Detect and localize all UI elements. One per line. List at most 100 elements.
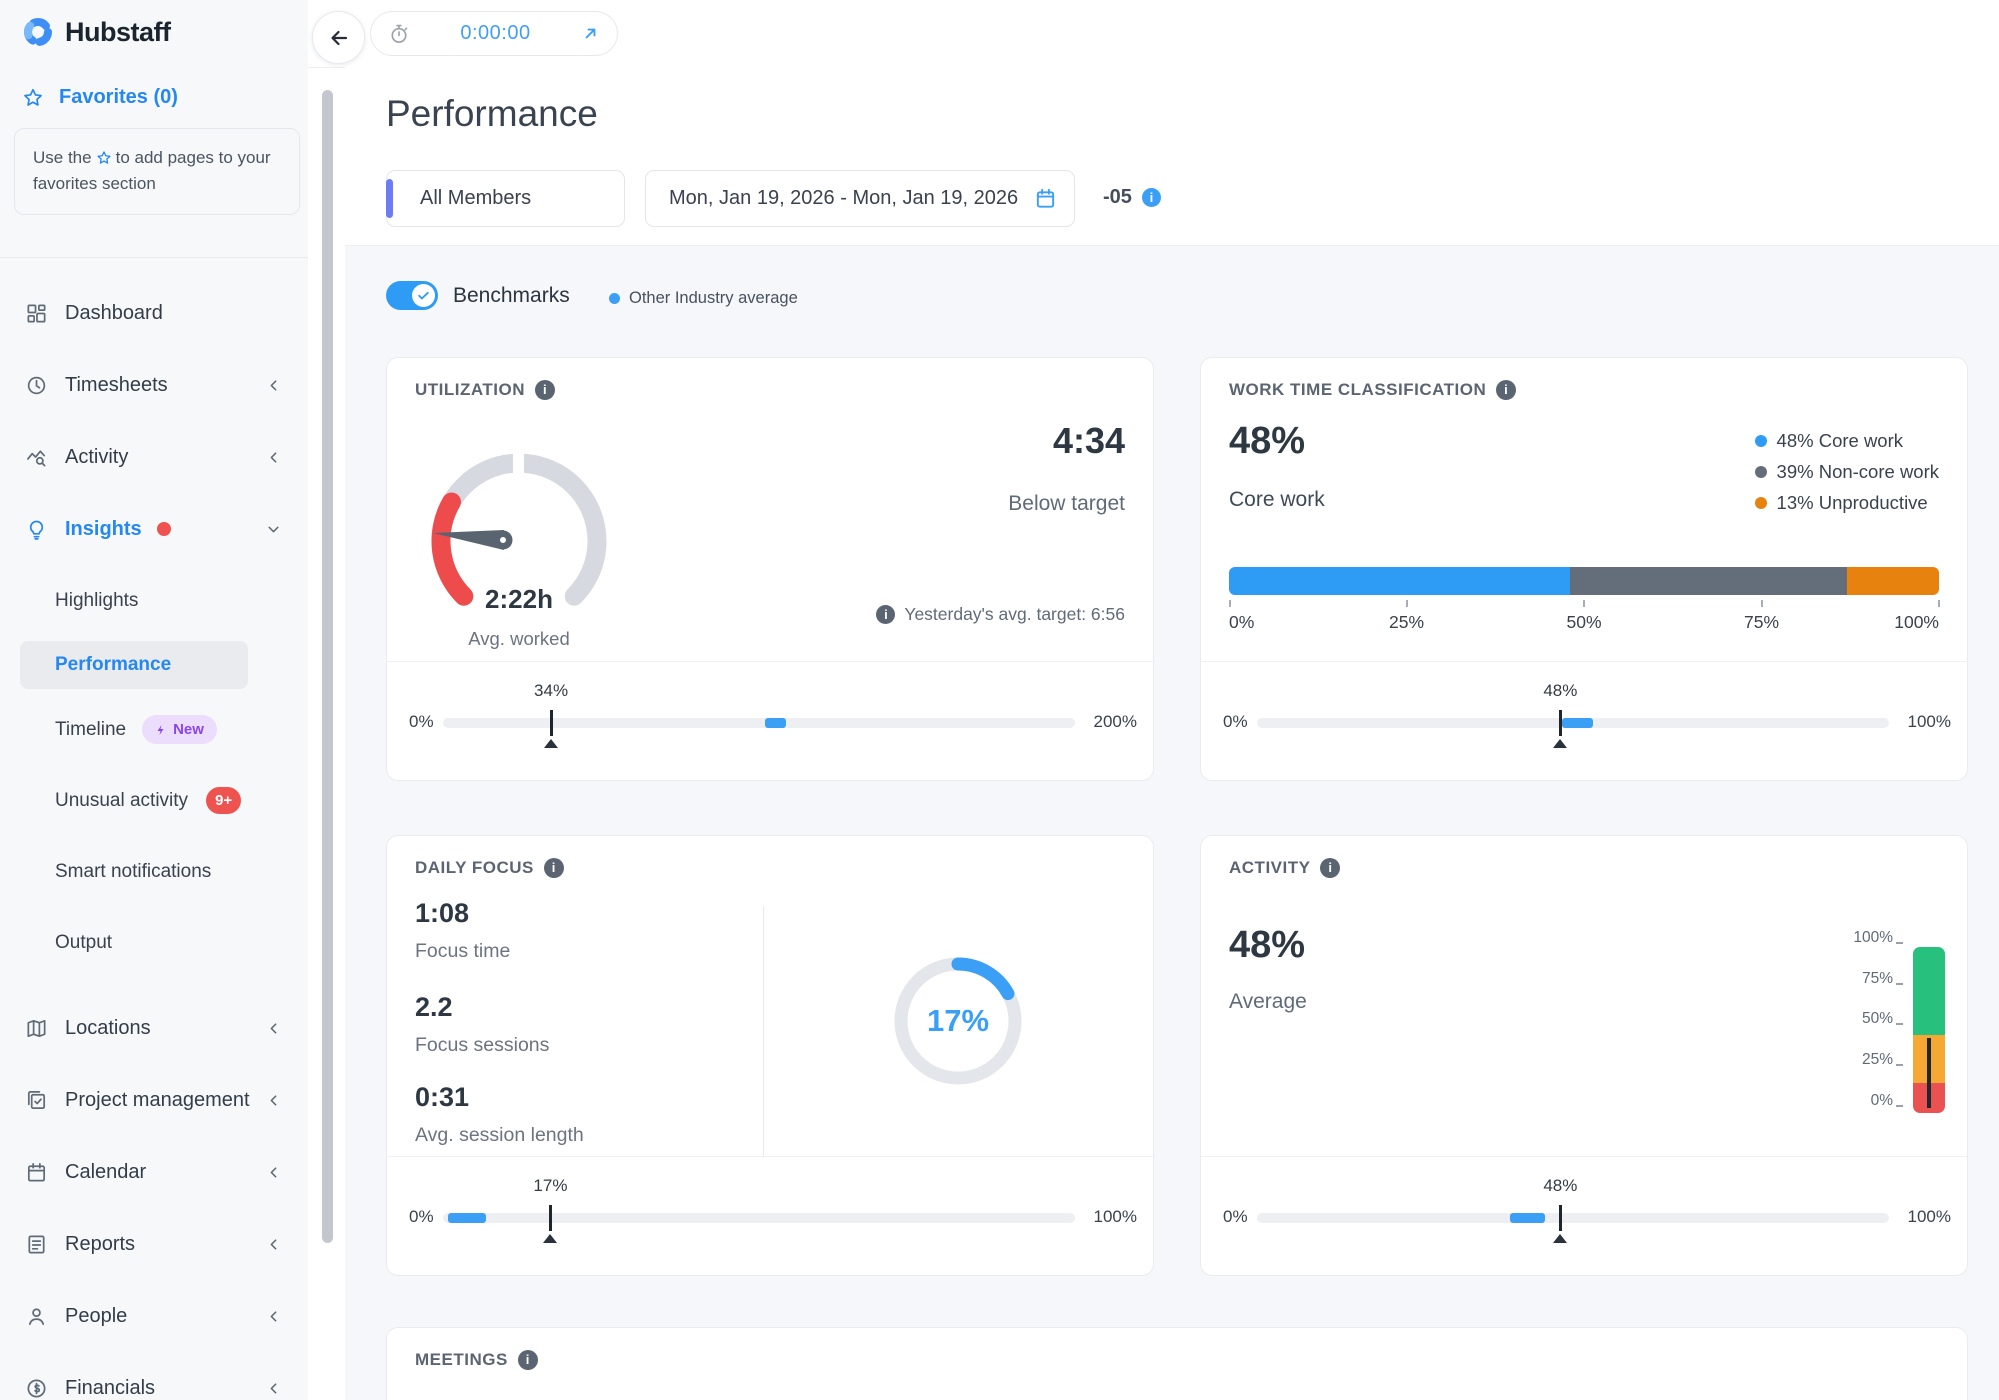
timezone-indicator: -05 (1103, 186, 1161, 209)
benchmarks-toggle[interactable] (386, 281, 438, 310)
slider-track: 48% (1257, 1213, 1889, 1223)
sidebar-item-dashboard[interactable]: Dashboard (0, 277, 308, 349)
sidebar-item-label: Unusual activity (55, 790, 188, 812)
sidebar-item-insights[interactable]: Insights (0, 493, 308, 565)
timezone-value: -05 (1103, 186, 1132, 209)
marker-triangle-icon (1553, 1234, 1567, 1243)
scale-label: 100% (1853, 929, 1903, 947)
legend-label: 39% Non-core work (1777, 461, 1939, 483)
legend-item: 39% Non-core work (1755, 461, 1939, 483)
slider-track: 17% (443, 1213, 1075, 1223)
scale-label: 0% (1871, 1092, 1903, 1110)
sidebar-item-project-management[interactable]: Project management (0, 1064, 308, 1136)
card-title: MEETINGS (415, 1350, 538, 1370)
chevron-left-icon (265, 1020, 282, 1037)
count-badge: 9+ (206, 787, 241, 814)
session-length-label: Avg. session length (415, 1124, 584, 1147)
arrow-up-right-icon[interactable] (581, 24, 600, 43)
sidebar-item-label: Highlights (55, 590, 138, 612)
sidebar-item-locations[interactable]: Locations (0, 992, 308, 1064)
slider-min-label: 0% (409, 1207, 434, 1227)
benchmarks-label: Benchmarks (453, 284, 570, 308)
sidebar-item-output[interactable]: Output (0, 907, 308, 978)
sidebar-item-performance[interactable]: Performance (20, 641, 248, 689)
marker-line (549, 1205, 552, 1231)
toggle-knob (412, 284, 435, 307)
card-title: ACTIVITY (1229, 858, 1340, 878)
scale-label: 75% (1862, 970, 1903, 988)
new-badge: New (142, 715, 217, 744)
axis-tick (1761, 600, 1763, 607)
sidebar-item-financials[interactable]: Financials (0, 1352, 308, 1400)
focus-time-label: Focus time (415, 940, 510, 963)
marker-line (1559, 1205, 1562, 1231)
sidebar-item-timesheets[interactable]: Timesheets (0, 349, 308, 421)
benchmark-indicator (448, 1213, 486, 1223)
sidebar-scrollbar[interactable] (322, 90, 333, 1243)
brand-name: Hubstaff (65, 17, 171, 48)
date-range-picker[interactable]: Mon, Jan 19, 2026 - Mon, Jan 19, 2026 (645, 170, 1075, 227)
slider-track: 34% (443, 718, 1075, 728)
benchmark-legend-label: Other Industry average (629, 289, 798, 308)
calendar-icon (22, 1161, 50, 1184)
sidebar: Hubstaff Favorites (0) Use theto add pag… (0, 0, 308, 1400)
legend-dot-icon (1755, 435, 1767, 447)
timer-value: 0:00:00 (422, 22, 569, 45)
sidebar-nav: Dashboard Timesheets (0, 277, 308, 1400)
sidebar-item-smart-notifications[interactable]: Smart notifications (0, 836, 308, 907)
activity-title: ACTIVITY (1229, 858, 1310, 878)
sidebar-item-calendar[interactable]: Calendar (0, 1136, 308, 1208)
marker-triangle-icon (544, 739, 558, 748)
marker-triangle-icon (1553, 739, 1567, 748)
marker-label: 17% (533, 1176, 567, 1196)
sidebar-item-reports[interactable]: Reports (0, 1208, 308, 1280)
favorites-link[interactable]: Favorites (0) (22, 86, 178, 109)
marker-triangle-icon (543, 1234, 557, 1243)
sidebar-item-timeline[interactable]: Timeline New (0, 694, 308, 765)
axis-label: 50% (1566, 612, 1601, 633)
timer-widget[interactable]: 0:00:00 (370, 11, 618, 56)
sidebar-item-label: People (65, 1305, 265, 1328)
info-icon[interactable] (1320, 858, 1340, 878)
star-icon (96, 150, 112, 166)
meetings-card: MEETINGS (386, 1327, 1968, 1400)
brand-logo[interactable]: Hubstaff (22, 16, 171, 48)
focus-sessions-label: Focus sessions (415, 1034, 549, 1057)
axis-tick (1583, 600, 1585, 607)
sidebar-item-highlights[interactable]: Highlights (0, 565, 308, 636)
activity-chart-icon (22, 446, 50, 469)
marker-line (1559, 710, 1562, 736)
scale-label: 50% (1862, 1010, 1903, 1028)
info-icon[interactable] (544, 858, 564, 878)
axis-tick (1938, 600, 1940, 607)
sidebar-item-unusual-activity[interactable]: Unusual activity 9+ (0, 765, 308, 836)
stopwatch-icon (388, 23, 410, 45)
axis-label: 100% (1894, 612, 1939, 633)
sidebar-item-label: Output (55, 932, 112, 954)
legend-label: 13% Unproductive (1777, 492, 1928, 514)
notification-dot (157, 522, 171, 536)
info-icon[interactable] (518, 1350, 538, 1370)
legend-item: 48% Core work (1755, 430, 1939, 452)
legend-dot-icon (1755, 466, 1767, 478)
clipboard-check-icon (22, 1089, 50, 1112)
top-bar: 0:00:00 (308, 0, 1999, 68)
sidebar-item-activity[interactable]: Activity (0, 421, 308, 493)
lightbulb-icon (22, 518, 50, 541)
info-icon[interactable] (876, 605, 895, 624)
sidebar-item-people[interactable]: People (0, 1280, 308, 1352)
marker-label: 48% (1543, 681, 1577, 701)
calendar-icon (1034, 187, 1057, 210)
back-button[interactable] (312, 11, 365, 64)
legend-dot-icon (1755, 497, 1767, 509)
info-icon[interactable] (1142, 188, 1161, 207)
axis-label: 75% (1744, 612, 1779, 633)
favorites-hint-prefix: Use the (33, 148, 92, 167)
info-icon[interactable] (1496, 380, 1516, 400)
sidebar-item-label: Activity (65, 446, 265, 469)
marker-label: 48% (1543, 1176, 1577, 1196)
avg-worked-value: 2:22h (419, 584, 619, 615)
info-icon[interactable] (535, 380, 555, 400)
legend-item: 13% Unproductive (1755, 492, 1939, 514)
members-filter[interactable]: All Members (386, 170, 625, 227)
